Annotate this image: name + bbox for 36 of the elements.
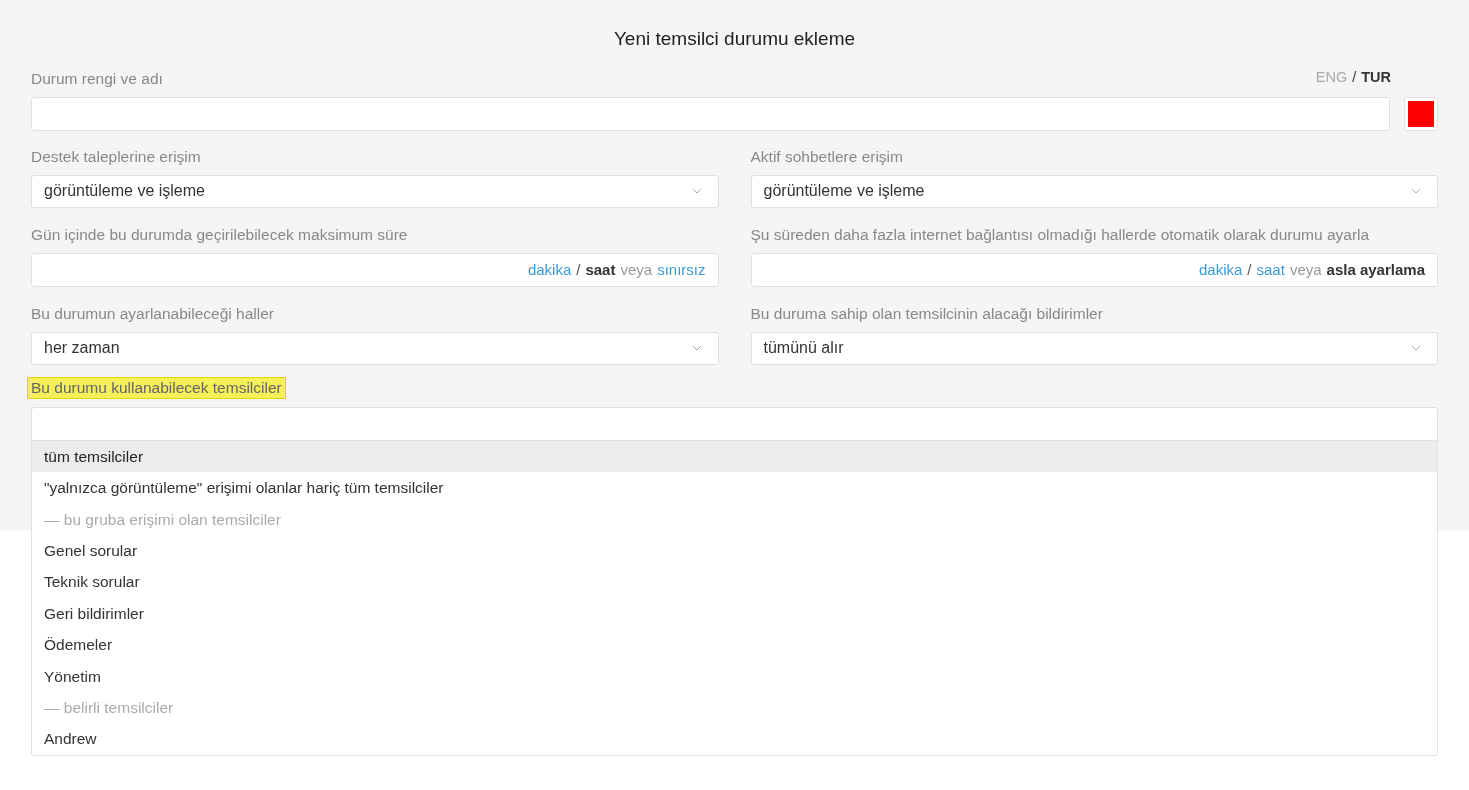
agents-input[interactable]: [31, 406, 1438, 441]
form-title: Yeni temsilci durumu ekleme: [613, 27, 856, 51]
chevron-down-icon: [1411, 188, 1421, 195]
field-label: Bu durumun ayarlanabileceği haller: [31, 303, 275, 324]
select-field[interactable]: görüntüleme ve işleme: [750, 174, 1438, 208]
field-label: Bu duruma sahip olan temsilcinin alacağı bildirimler: [750, 303, 1104, 324]
field-label: Bu durumu kullanabilecek temsilciler: [27, 376, 286, 399]
connector-text: veya: [1289, 259, 1322, 280]
unit-link[interactable]: asla ayarlama: [1326, 258, 1425, 281]
duration-field[interactable]: dakika / saat veya sınırsız: [31, 252, 719, 287]
field-label: Destek taleplerine erişim: [31, 146, 202, 167]
separator-text: /: [1247, 259, 1252, 280]
select-field[interactable]: tümünü alır: [750, 331, 1438, 365]
select-field[interactable]: her zaman: [31, 331, 719, 365]
group-heading: — belirli temsilciler: [43, 697, 175, 718]
select-value: görüntüleme ve işleme: [44, 181, 205, 202]
separator-text: /: [1352, 68, 1357, 87]
dropdown-option[interactable]: tüm temsilciler: [32, 440, 1437, 473]
field-label: Aktif sohbetlere erişim: [750, 146, 904, 167]
chevron-down-icon: [691, 188, 702, 195]
field-label: Gün içinde bu durumda geçirilebilecek maksimum süre: [31, 224, 409, 245]
select-value: her zaman: [44, 338, 120, 359]
field-label: Şu süreden daha fazla internet bağlantısı olmadığı hallerde otomatik olarak durumu ayarla: [750, 224, 1371, 245]
field-label: Durum rengi ve adı: [31, 68, 163, 89]
separator-text: /: [576, 259, 581, 280]
duration-field[interactable]: dakika / saat veya asla ayarlama: [750, 252, 1438, 287]
name-input[interactable]: [31, 96, 1390, 131]
select-field[interactable]: görüntüleme ve işleme: [31, 174, 719, 208]
unit-link[interactable]: saat: [585, 258, 616, 281]
select-value: görüntüleme ve işleme: [763, 181, 925, 202]
connector-text: veya: [620, 259, 653, 280]
chevron-down-icon: [691, 345, 702, 352]
language-option[interactable]: TUR: [1361, 67, 1391, 89]
group-heading: — bu gruba erişimi olan temsilciler: [43, 509, 282, 530]
chevron-down-icon: [1411, 345, 1421, 352]
select-value: tümünü alır: [763, 338, 844, 359]
